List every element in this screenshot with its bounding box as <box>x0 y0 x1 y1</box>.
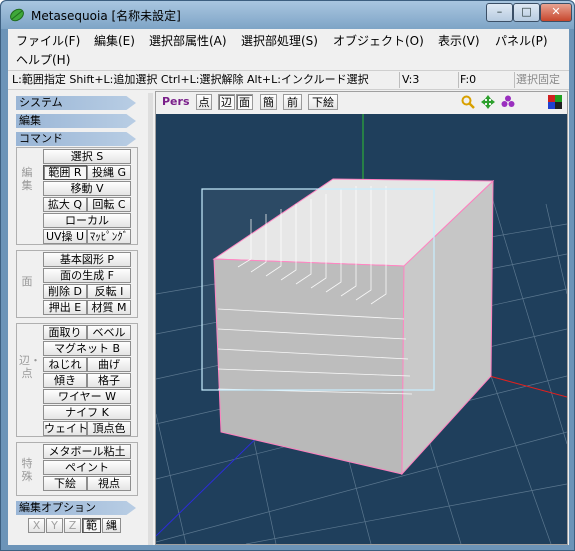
view-sketch-button[interactable]: 下絵 <box>308 94 338 110</box>
uv-edit-button[interactable]: UV操 U <box>43 229 87 244</box>
rotate-view-icon[interactable] <box>501 95 515 109</box>
view-vertex-button[interactable]: 点 <box>196 94 212 110</box>
client-area: ファイル(F) 編集(E) 選択部属性(A) 選択部処理(S) オブジェクト(O… <box>8 29 569 545</box>
color-palette-icon[interactable] <box>548 95 562 109</box>
viewpoint-button[interactable]: 視点 <box>87 476 131 491</box>
rotate-button[interactable]: 回転 C <box>87 197 131 212</box>
projection-mode-label[interactable]: Pers <box>162 95 190 108</box>
panel-scrollbar[interactable] <box>148 93 153 545</box>
vertex-color-button[interactable]: 頂点色 <box>87 421 131 436</box>
menu-edit[interactable]: 編集(E) <box>94 32 135 49</box>
tilt-button[interactable]: 傾き <box>43 373 87 388</box>
view-front-button[interactable]: 前 <box>283 94 302 110</box>
minimize-button[interactable]: – <box>486 3 513 22</box>
selection-lock-toggle[interactable]: 選択固定 <box>514 72 568 88</box>
face-generate-button[interactable]: 面の生成 F <box>43 268 131 283</box>
menu-file[interactable]: ファイル(F) <box>16 32 80 49</box>
pan-move-icon[interactable] <box>481 95 495 109</box>
status-vertex-count: V:3 <box>400 72 459 88</box>
bevel-button[interactable]: ベベル <box>87 325 131 340</box>
selection-rectangle <box>201 188 435 391</box>
option-lasso-button[interactable]: 縄 <box>102 518 121 533</box>
section-system[interactable]: システム <box>16 96 136 110</box>
magnet-button[interactable]: マグネット B <box>43 341 131 356</box>
menu-bar: ファイル(F) 編集(E) 選択部属性(A) 選択部処理(S) オブジェクト(O… <box>8 29 569 69</box>
menu-view[interactable]: 表示(V) <box>438 32 480 49</box>
option-y-button[interactable]: Y <box>46 518 63 533</box>
title-bar[interactable]: Metasequoia [名称未設定] – □ ✕ <box>1 1 574 29</box>
section-edit[interactable]: 編集 <box>16 114 136 128</box>
3d-viewport[interactable] <box>156 114 567 544</box>
viewport-toolbar: Pers 点 辺 面 簡 前 下絵 <box>156 92 567 112</box>
menu-help[interactable]: ヘルプ(H) <box>16 51 70 68</box>
menu-selection-process[interactable]: 選択部処理(S) <box>241 32 318 49</box>
group-label-edit: 編集 <box>21 166 33 192</box>
view-edge-button[interactable]: 辺 <box>218 94 235 110</box>
view-face-button[interactable]: 面 <box>236 94 253 110</box>
option-range-button[interactable]: 範 <box>82 518 101 533</box>
status-face-count: F:0 <box>458 72 515 88</box>
menu-panel[interactable]: パネル(P) <box>495 32 548 49</box>
chamfer-button[interactable]: 面取り <box>43 325 87 340</box>
scale-button[interactable]: 拡大 Q <box>43 197 87 212</box>
status-hint: L:範囲指定 Shift+L:追加選択 Ctrl+L:選択解除 Alt+L:イン… <box>10 72 400 88</box>
section-command[interactable]: コマンド <box>16 132 136 146</box>
option-z-button[interactable]: Z <box>64 518 81 533</box>
select-button[interactable]: 選択 S <box>43 149 131 164</box>
metaball-button[interactable]: メタボール粘土 <box>43 444 131 459</box>
group-label-edge-vertex: 辺・点 <box>19 354 41 380</box>
twist-button[interactable]: ねじれ <box>43 357 87 372</box>
extrude-button[interactable]: 押出 E <box>43 300 87 315</box>
section-edit-option[interactable]: 編集オプション <box>16 501 136 515</box>
group-label-special: 特殊 <box>21 457 33 483</box>
command-panel: システム 編集 コマンド 編集 選択 S 範囲 R 投縄 G 移動 V 拡大 Q… <box>16 93 140 545</box>
sketch-button[interactable]: 下絵 <box>43 476 87 491</box>
local-button[interactable]: ローカル <box>43 213 131 228</box>
viewport-panel: Pers 点 辺 面 簡 前 下絵 <box>155 91 568 545</box>
app-window: Metasequoia [名称未設定] – □ ✕ ファイル(F) 編集(E) … <box>0 0 575 551</box>
material-button[interactable]: 材質 M <box>87 300 131 315</box>
scene-canvas[interactable] <box>156 114 567 544</box>
group-label-face: 面 <box>21 275 33 288</box>
range-button[interactable]: 範囲 R <box>43 165 87 180</box>
zoom-icon[interactable] <box>461 95 475 109</box>
delete-button[interactable]: 削除 D <box>43 284 87 299</box>
invert-button[interactable]: 反転 I <box>87 284 131 299</box>
primitive-button[interactable]: 基本図形 P <box>43 252 131 267</box>
maximize-button[interactable]: □ <box>513 3 540 22</box>
weight-button[interactable]: ウェイト <box>43 421 87 436</box>
bend-button[interactable]: 曲げ <box>87 357 131 372</box>
paint-button[interactable]: ペイント <box>43 460 131 475</box>
menu-selection-attributes[interactable]: 選択部属性(A) <box>149 32 227 49</box>
view-simple-button[interactable]: 簡 <box>260 94 277 110</box>
lasso-button[interactable]: 投縄 G <box>87 165 131 180</box>
option-x-button[interactable]: X <box>28 518 45 533</box>
status-bar: L:範囲指定 Shift+L:追加選択 Ctrl+L:選択解除 Alt+L:イン… <box>8 70 569 90</box>
metasequoia-leaf-icon <box>10 8 24 22</box>
mapping-button[interactable]: ﾏｯﾋﾟﾝｸﾞ <box>87 229 131 244</box>
wire-button[interactable]: ワイヤー W <box>43 389 131 404</box>
window-title: Metasequoia [名称未設定] <box>31 9 181 23</box>
knife-button[interactable]: ナイフ K <box>43 405 131 420</box>
move-button[interactable]: 移動 V <box>43 181 131 196</box>
menu-object[interactable]: オブジェクト(O) <box>333 32 424 49</box>
close-button[interactable]: ✕ <box>540 3 572 22</box>
lattice-button[interactable]: 格子 <box>87 373 131 388</box>
